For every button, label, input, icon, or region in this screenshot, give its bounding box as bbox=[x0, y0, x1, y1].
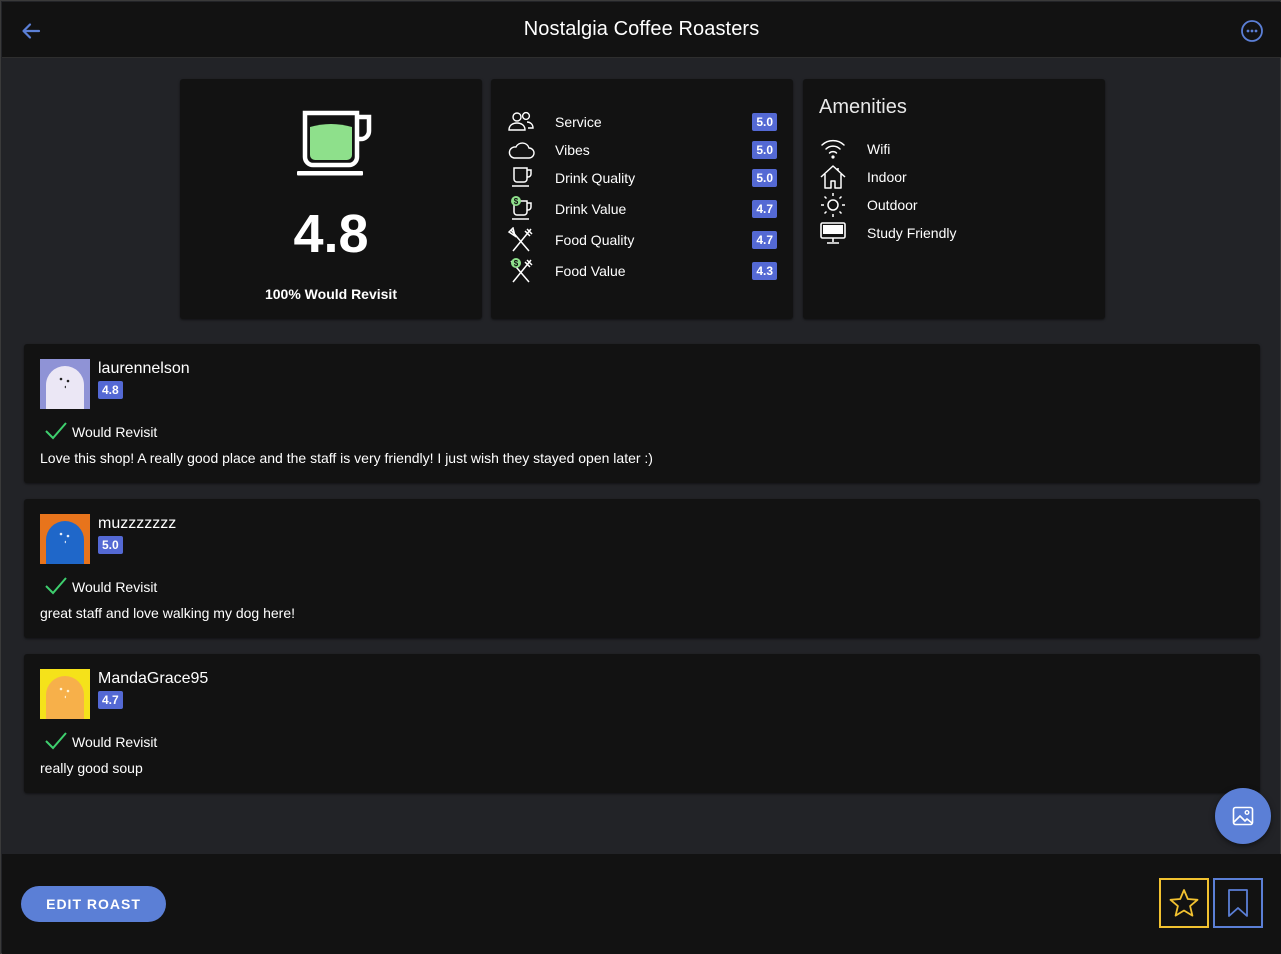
would-revisit-label: Would Revisit bbox=[72, 424, 158, 440]
app-window: Nostalgia Coffee Roasters 4.8 100% Would… bbox=[0, 0, 1281, 954]
avatar bbox=[40, 514, 90, 564]
check-icon bbox=[45, 732, 67, 750]
amenities-title: Amenities bbox=[819, 96, 907, 118]
would-revisit-label: Would Revisit bbox=[72, 579, 158, 595]
review-rating-badge: 4.8 bbox=[98, 381, 123, 399]
coffee-cup-icon bbox=[297, 110, 372, 176]
rating-label: Drink Quality bbox=[555, 170, 636, 186]
svg-text:$: $ bbox=[514, 197, 519, 206]
page-title: Nostalgia Coffee Roasters bbox=[523, 18, 760, 40]
amenity-outdoor: Outdoor bbox=[819, 192, 918, 218]
would-revisit-label: Would Revisit bbox=[72, 734, 158, 750]
bottom-action-bar: EDIT ROAST bbox=[2, 854, 1281, 954]
rating-badge: 4.7 bbox=[752, 231, 777, 249]
rating-label: Vibes bbox=[555, 142, 590, 158]
edit-roast-button[interactable]: EDIT ROAST bbox=[21, 886, 166, 922]
cloud-icon bbox=[508, 142, 535, 159]
rating-row-food-quality: Food Quality 4.7 bbox=[507, 227, 777, 252]
bookmark-outline-icon bbox=[1228, 889, 1248, 917]
revisit-percentage: 100% Would Revisit bbox=[264, 286, 397, 302]
image-icon bbox=[1232, 806, 1254, 826]
rating-badge: 4.7 bbox=[752, 200, 777, 218]
review-card: MandaGrace95 4.7 Would Revisit really go… bbox=[24, 654, 1260, 793]
overall-score-card: 4.8 100% Would Revisit bbox=[180, 79, 482, 319]
rating-row-food-value: $ Food Value 4.3 bbox=[507, 258, 777, 283]
more-horizontal-circle-icon[interactable] bbox=[1239, 18, 1265, 44]
arrow-left-icon[interactable] bbox=[18, 18, 44, 44]
rating-label: Food Value bbox=[555, 263, 626, 279]
review-username[interactable]: MandaGrace95 bbox=[98, 670, 208, 688]
monitor-icon bbox=[820, 222, 846, 244]
review-card: muzzzzzzz 5.0 Would Revisit great staff … bbox=[24, 499, 1260, 638]
cup-icon bbox=[512, 167, 532, 187]
favorite-button[interactable] bbox=[1159, 878, 1209, 928]
top-app-bar: Nostalgia Coffee Roasters bbox=[2, 2, 1281, 58]
review-username[interactable]: laurennelson bbox=[98, 360, 190, 378]
utensils-dollar-icon: $ bbox=[510, 258, 533, 283]
rating-row-vibes: Vibes 5.0 bbox=[507, 138, 777, 162]
rating-row-drink-value: $ Drink Value 4.7 bbox=[507, 196, 777, 221]
sun-icon bbox=[821, 193, 845, 217]
rating-badge: 5.0 bbox=[752, 169, 777, 187]
utensils-icon bbox=[507, 227, 533, 252]
ghost-avatar-icon bbox=[46, 521, 84, 564]
rating-badge: 5.0 bbox=[752, 141, 777, 159]
overall-score: 4.8 bbox=[293, 204, 369, 264]
amenities-card: Amenities Wifi Indoor Outdoor Study Frie… bbox=[803, 79, 1105, 319]
amenity-label: Study Friendly bbox=[867, 225, 957, 241]
review-username[interactable]: muzzzzzzz bbox=[98, 515, 176, 533]
rating-row-drink-quality: Drink Quality 5.0 bbox=[507, 166, 777, 190]
amenity-label: Outdoor bbox=[867, 197, 918, 213]
amenity-label: Wifi bbox=[867, 141, 891, 157]
add-photo-button[interactable] bbox=[1215, 788, 1271, 844]
amenity-indoor: Indoor bbox=[819, 164, 907, 190]
review-rating-badge: 5.0 bbox=[98, 536, 123, 554]
avatar bbox=[40, 669, 90, 719]
rating-label: Food Quality bbox=[555, 232, 635, 248]
avatar bbox=[40, 359, 90, 409]
ghost-avatar-icon bbox=[46, 676, 84, 719]
amenity-label: Indoor bbox=[867, 169, 907, 185]
rating-label: Drink Value bbox=[555, 201, 627, 217]
review-text: Love this shop! A really good place and … bbox=[40, 450, 653, 466]
rating-row-service: Service 5.0 bbox=[507, 110, 777, 134]
amenity-wifi: Wifi bbox=[819, 136, 890, 162]
check-icon bbox=[45, 577, 67, 595]
people-icon bbox=[508, 111, 534, 131]
bookmark-button[interactable] bbox=[1213, 878, 1263, 928]
house-icon bbox=[820, 165, 846, 189]
ghost-avatar-icon bbox=[46, 366, 84, 409]
star-outline-icon bbox=[1169, 889, 1199, 917]
check-icon bbox=[45, 422, 67, 440]
review-rating-badge: 4.7 bbox=[98, 691, 123, 709]
svg-text:$: $ bbox=[514, 259, 519, 268]
category-ratings-card: Service 5.0 Vibes 5.0 Drink Quality 5.0 bbox=[491, 79, 793, 319]
wifi-icon bbox=[821, 139, 845, 159]
review-card: laurennelson 4.8 Would Revisit Love this… bbox=[24, 344, 1260, 483]
rating-badge: 4.3 bbox=[752, 262, 777, 280]
rating-label: Service bbox=[555, 114, 602, 130]
review-text: great staff and love walking my dog here… bbox=[40, 605, 296, 621]
rating-badge: 5.0 bbox=[752, 113, 777, 131]
cup-dollar-icon: $ bbox=[511, 196, 532, 220]
amenity-study-friendly: Study Friendly bbox=[819, 220, 956, 246]
review-text: really good soup bbox=[40, 760, 143, 776]
